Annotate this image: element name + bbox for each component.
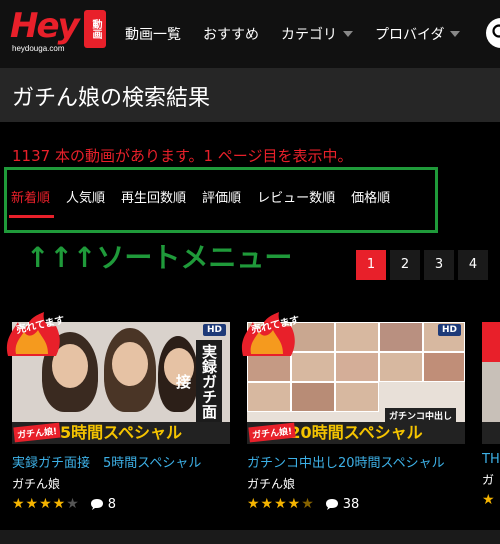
sort-play-count[interactable]: 再生回数順 [121, 187, 186, 218]
video-thumbnail[interactable] [482, 322, 500, 444]
site-logo[interactable]: Hey 動画 heydouga.com [10, 6, 106, 53]
video-title-link[interactable]: 実録ガチ面接 5時間スペシャル [12, 452, 230, 471]
rating-stars: ★ [482, 492, 496, 508]
result-count: 1137 本の動画があります。1 ページ目を表示中。 [12, 147, 353, 165]
video-card[interactable]: HD 実録ガチ面接 5時間スペシャル ガチん娘! 売れてます 実録ガチ面接 5時… [6, 312, 230, 512]
video-meta: ★ [482, 492, 500, 508]
thumbnail-tile [247, 382, 291, 412]
next-row-preview [0, 530, 500, 544]
search-icon [492, 24, 500, 38]
main-nav: 動画一覧 おすすめ カテゴリ プロバイダ [125, 24, 482, 44]
nav-item-label: カテゴリ [281, 27, 337, 43]
logo-badge: 動画 [84, 10, 106, 48]
page-button-1[interactable]: 1 [356, 250, 386, 280]
sort-rating[interactable]: 評価順 [202, 187, 241, 218]
page-button-3[interactable]: 3 [424, 250, 454, 280]
sort-newest[interactable]: 新着順 [8, 187, 55, 218]
page-button-2[interactable]: 2 [390, 250, 420, 280]
comment-count: 38 [342, 496, 360, 512]
video-maker: ガチん娘 [247, 477, 296, 491]
video-meta: ★★★★★ 38 [247, 496, 465, 512]
video-maker: ガ [482, 473, 495, 487]
nav-item-label: おすすめ [203, 27, 259, 43]
rating-stars: ★★★★★ [247, 496, 315, 512]
video-title-link[interactable]: ガチンコ中出し20時間スペシャル [247, 452, 465, 471]
pagination: 1 2 3 4 [356, 250, 488, 280]
thumbnail-sub-banner: ガチンコ中出し [385, 408, 457, 423]
thumbnail-banner [482, 422, 500, 444]
thumbnail-tile [291, 382, 335, 412]
sort-menu: 新着順 人気順 再生回数順 評価順 レビュー数順 価格順 [8, 187, 406, 218]
thumbnail-side-text: 実録ガチ面接 [174, 340, 222, 422]
nav-item-video-list[interactable]: 動画一覧 [125, 24, 181, 44]
chevron-down-icon [343, 31, 353, 37]
nav-item-recommended[interactable]: おすすめ [203, 24, 259, 44]
video-title-link[interactable]: TH [482, 452, 500, 467]
rating-stars: ★★★★★ [12, 496, 80, 512]
page-title: ガチん娘の検索結果 [12, 86, 211, 111]
page-button-4[interactable]: 4 [458, 250, 488, 280]
sort-menu-annotation: ↑↑↑ソートメニュー [26, 241, 293, 274]
thumbnail-tile [335, 382, 379, 412]
site-header: Hey 動画 heydouga.com 動画一覧 おすすめ カテゴリ プロバイダ [0, 0, 500, 68]
video-card[interactable]: TH ガ ★ [482, 322, 500, 508]
sort-review-count[interactable]: レビュー数順 [257, 187, 335, 218]
chevron-down-icon [450, 31, 461, 37]
title-bar: ガチん娘の検索結果 [0, 68, 500, 122]
search-button[interactable] [486, 18, 500, 48]
thumbnail-tile [423, 352, 465, 382]
sort-price[interactable]: 価格順 [351, 187, 390, 218]
thumbnail-tile [379, 322, 423, 352]
comment-count: 8 [107, 496, 117, 512]
thumbnail-tile [335, 352, 379, 382]
thumbnail-tile [335, 322, 379, 352]
nav-item-label: 動画一覧 [125, 27, 181, 43]
sort-popular[interactable]: 人気順 [66, 187, 105, 218]
thumbnail-figure [112, 342, 148, 386]
video-card[interactable]: HD ガチンコ中出し 20時間スペシャル ガチん娘! 売れてます ガチンコ中出し… [241, 312, 465, 512]
comment-icon [90, 499, 103, 510]
thumbnail-tile [379, 352, 423, 382]
nav-item-label: プロバイダ [375, 27, 445, 43]
logo-domain: heydouga.com [12, 44, 65, 53]
video-meta: ★★★★★ 8 [12, 496, 230, 512]
comment-icon [325, 499, 338, 510]
hd-badge: HD [202, 324, 226, 336]
nav-item-category[interactable]: カテゴリ [281, 24, 353, 44]
nav-item-provider[interactable]: プロバイダ [375, 24, 461, 44]
hd-badge: HD [437, 324, 461, 336]
flame-icon [482, 322, 500, 362]
logo-wordmark: Hey [10, 6, 80, 46]
video-maker: ガチん娘 [12, 477, 61, 491]
